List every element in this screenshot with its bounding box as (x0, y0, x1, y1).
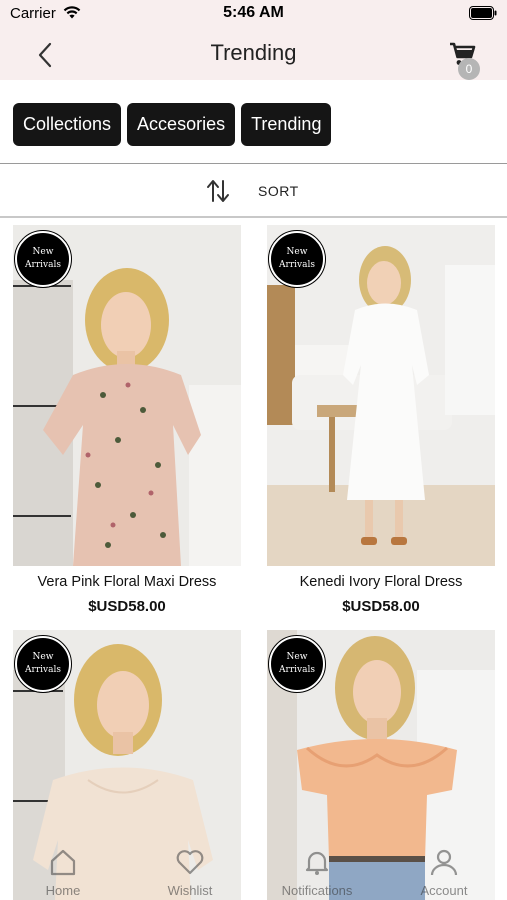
tab-notifications-label: Notifications (281, 883, 353, 898)
badge-line: New (32, 247, 54, 257)
status-bar: Carrier 5:46 AM (0, 0, 507, 30)
cart-count-badge: 0 (458, 58, 480, 80)
badge-line: New (286, 247, 308, 257)
product-price: $USD58.00 (88, 598, 166, 615)
chip-trending[interactable]: Trending (241, 103, 332, 146)
tab-wishlist-label: Wishlist (167, 883, 213, 898)
sort-button[interactable]: SORT (0, 164, 507, 217)
bell-icon (305, 851, 329, 875)
home-icon (50, 849, 76, 876)
product-image[interactable]: New Arrivals (13, 225, 241, 566)
badge-line: New (32, 652, 54, 662)
navigation-bar: Trending 0 (0, 30, 507, 80)
battery-icon (469, 6, 497, 25)
chip-accessories[interactable]: Accesories (127, 103, 236, 146)
tab-home[interactable]: Home (18, 848, 108, 898)
new-arrivals-badge: New Arrivals (268, 230, 326, 288)
app-screen: Carrier 5:46 AM Trending 0 Collections A… (0, 0, 507, 900)
category-chips: Collections Accesories Trending (13, 103, 332, 146)
badge-line: Arrivals (25, 260, 61, 270)
heart-icon (176, 850, 204, 875)
new-arrivals-badge: New Arrivals (268, 635, 326, 693)
badge-line: Arrivals (279, 665, 315, 675)
sort-arrows-icon (205, 178, 231, 209)
product-name[interactable]: Vera Pink Floral Maxi Dress (13, 574, 241, 590)
tab-home-label: Home (45, 883, 81, 898)
tab-account[interactable]: Account (399, 848, 489, 898)
tab-wishlist[interactable]: Wishlist (145, 848, 235, 898)
sort-label: SORT (258, 183, 299, 199)
new-arrivals-badge: New Arrivals (14, 635, 72, 693)
tab-account-label: Account (420, 883, 468, 898)
chip-collections[interactable]: Collections (13, 103, 122, 146)
tab-notifications[interactable]: Notifications (272, 848, 362, 898)
product-card[interactable]: New Arrivals Kenedi Ivory Floral Dress $… (267, 225, 495, 615)
badge-line: Arrivals (25, 665, 61, 675)
badge-line: New (286, 652, 308, 662)
badge-line: Arrivals (279, 260, 315, 270)
tab-bar: Home Wishlist Notifications Account (0, 840, 507, 900)
product-image[interactable]: New Arrivals (267, 225, 495, 566)
product-name[interactable]: Kenedi Ivory Floral Dress (267, 574, 495, 590)
status-time: 5:46 AM (223, 4, 284, 21)
divider (0, 216, 507, 218)
product-card[interactable]: New Arrivals Vera Pink Floral Maxi Dress… (13, 225, 241, 615)
page-title: Trending (210, 40, 297, 65)
product-price: $USD58.00 (342, 598, 420, 615)
new-arrivals-badge: New Arrivals (14, 230, 72, 288)
user-icon (430, 849, 458, 876)
